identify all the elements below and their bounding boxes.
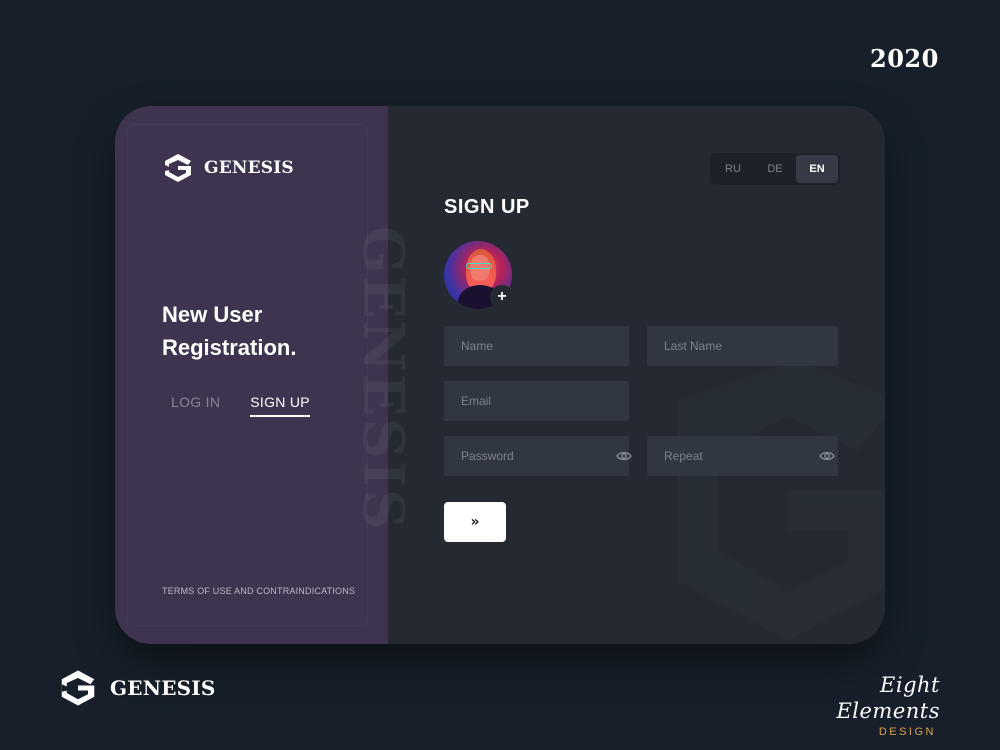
studio-name: Eight Elements <box>836 673 940 723</box>
brand: GENESIS <box>162 152 294 184</box>
submit-button[interactable]: » <box>444 502 506 542</box>
repeat-password-input[interactable] <box>664 449 819 463</box>
lang-de-button[interactable]: DE <box>754 155 796 183</box>
name-input[interactable] <box>461 339 616 353</box>
headline-line-2: Registration. <box>162 335 297 360</box>
lang-ru-button[interactable]: RU <box>712 155 754 183</box>
footer-brand-name: GENESIS <box>110 676 216 700</box>
left-panel-frame <box>127 124 368 626</box>
form-title: SIGN UP <box>444 196 530 218</box>
studio-subtitle: DESIGN <box>878 726 936 738</box>
eye-icon[interactable] <box>819 450 835 462</box>
background-logo-icon <box>678 361 885 641</box>
name-field <box>444 326 629 366</box>
left-panel: GENESIS New User Registration. LOG IN SI… <box>115 106 388 644</box>
registration-card: GENESIS New User Registration. LOG IN SI… <box>115 106 885 644</box>
repeat-password-field <box>647 436 838 476</box>
footer-brand: GENESIS <box>58 668 216 708</box>
email-input[interactable] <box>461 394 616 408</box>
lang-en-button[interactable]: EN <box>796 155 838 183</box>
password-input[interactable] <box>461 449 616 463</box>
right-panel: GENESIS RU DE EN SIGN UP + Name Last Nam… <box>350 106 885 644</box>
genesis-logo-icon <box>61 670 95 706</box>
headline-line-1: New User <box>162 302 263 327</box>
brand-name: GENESIS <box>204 158 294 178</box>
avatar-upload[interactable]: + <box>444 241 514 311</box>
auth-tabs: LOG IN SIGN UP <box>171 394 310 417</box>
add-photo-button[interactable]: + <box>490 285 514 309</box>
genesis-logo-icon <box>165 154 191 182</box>
studio-signature: Eight Elements DESIGN <box>790 672 940 738</box>
tab-log-in[interactable]: LOG IN <box>171 394 220 417</box>
terms-link[interactable]: TERMS OF USE AND CONTRAINDICATIONS <box>162 586 355 596</box>
last-name-field <box>647 326 838 366</box>
brand-watermark: GENESIS <box>350 226 416 532</box>
year-label: 2020 <box>870 44 939 73</box>
last-name-input[interactable] <box>664 339 824 353</box>
tab-sign-up[interactable]: SIGN UP <box>250 394 310 417</box>
eye-icon[interactable] <box>616 450 632 462</box>
language-switcher: RU DE EN <box>710 153 840 185</box>
password-field <box>444 436 632 476</box>
page-headline: New User Registration. <box>162 298 362 364</box>
email-field <box>444 381 629 421</box>
